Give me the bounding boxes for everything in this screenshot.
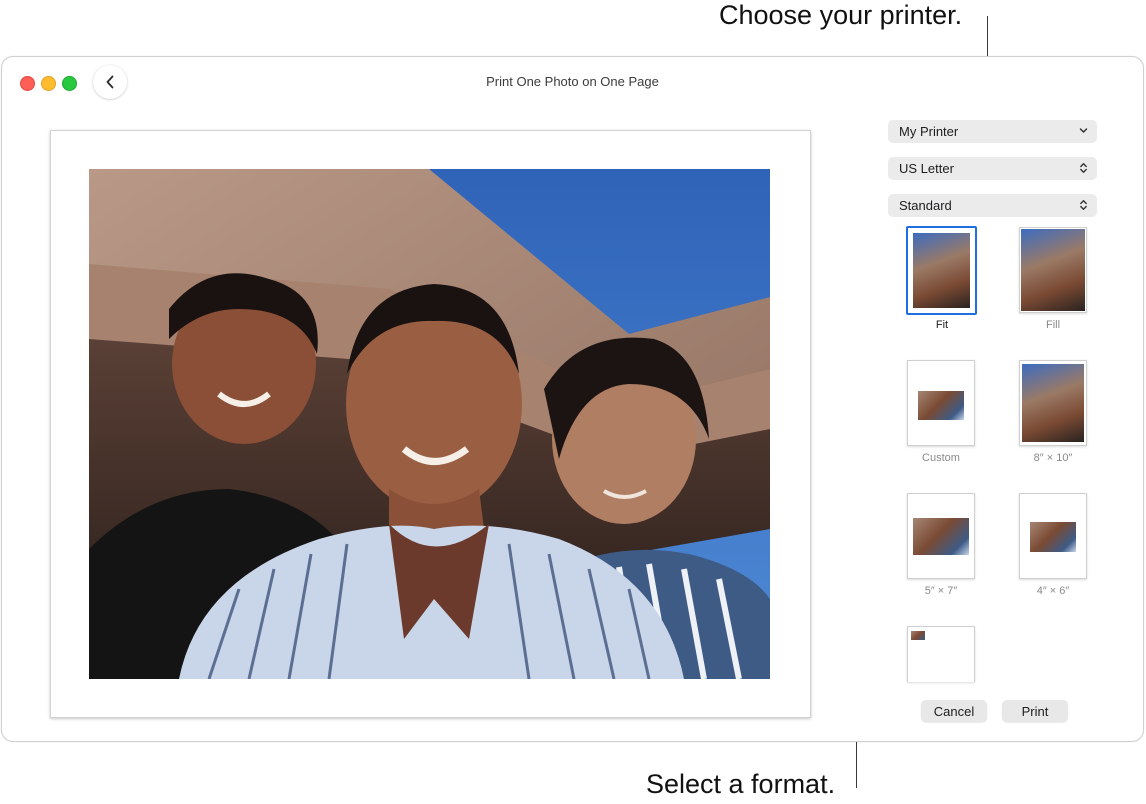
- format-8x10[interactable]: [1019, 360, 1087, 446]
- format-5x7-thumbnail: [913, 518, 969, 555]
- paper-size-popup-value: US Letter: [899, 161, 954, 176]
- format-contact-sheet-thumbnail: [911, 631, 925, 640]
- format-contact-sheet[interactable]: [907, 626, 975, 682]
- chevron-down-icon: [1079, 128, 1088, 133]
- format-8x10-label: 8″ × 10″: [1033, 452, 1073, 464]
- format-5x7-label: 5″ × 7″: [924, 585, 958, 597]
- format-fill-label: Fill: [1045, 319, 1061, 331]
- paper-size-popup[interactable]: US Letter: [888, 157, 1097, 180]
- format-fit-label: Fit: [935, 319, 949, 331]
- callout-choose-printer: Choose your printer.: [719, 0, 963, 30]
- up-down-chevron-icon: [1080, 200, 1087, 210]
- format-custom-thumbnail: [918, 391, 964, 420]
- format-4x6-label: 4″ × 6″: [1036, 585, 1070, 597]
- print-window: Print One Photo on One Page My Printer U…: [1, 56, 1144, 742]
- format-fill-thumbnail: [1021, 229, 1085, 311]
- print-button[interactable]: Print: [1002, 700, 1068, 722]
- format-fit-thumbnail: [913, 233, 970, 308]
- format-5x7[interactable]: [907, 493, 975, 579]
- format-fit[interactable]: [906, 226, 977, 315]
- quality-popup-value: Standard: [899, 198, 952, 213]
- printer-popup[interactable]: My Printer: [888, 120, 1097, 143]
- format-4x6[interactable]: [1019, 493, 1087, 579]
- format-custom-label: Custom: [922, 452, 960, 464]
- callout-select-format: Select a format.: [646, 769, 836, 799]
- up-down-chevron-icon: [1080, 163, 1087, 173]
- printer-popup-value: My Printer: [899, 124, 959, 139]
- quality-popup[interactable]: Standard: [888, 194, 1097, 217]
- format-fill[interactable]: [1019, 227, 1087, 313]
- format-4x6-thumbnail: [1030, 522, 1076, 552]
- format-custom[interactable]: [907, 360, 975, 446]
- cancel-button[interactable]: Cancel: [921, 700, 987, 722]
- format-8x10-thumbnail: [1022, 364, 1084, 442]
- photo-preview: [89, 169, 770, 679]
- print-preview-page: [50, 130, 811, 718]
- window-title: Print One Photo on One Page: [486, 74, 659, 89]
